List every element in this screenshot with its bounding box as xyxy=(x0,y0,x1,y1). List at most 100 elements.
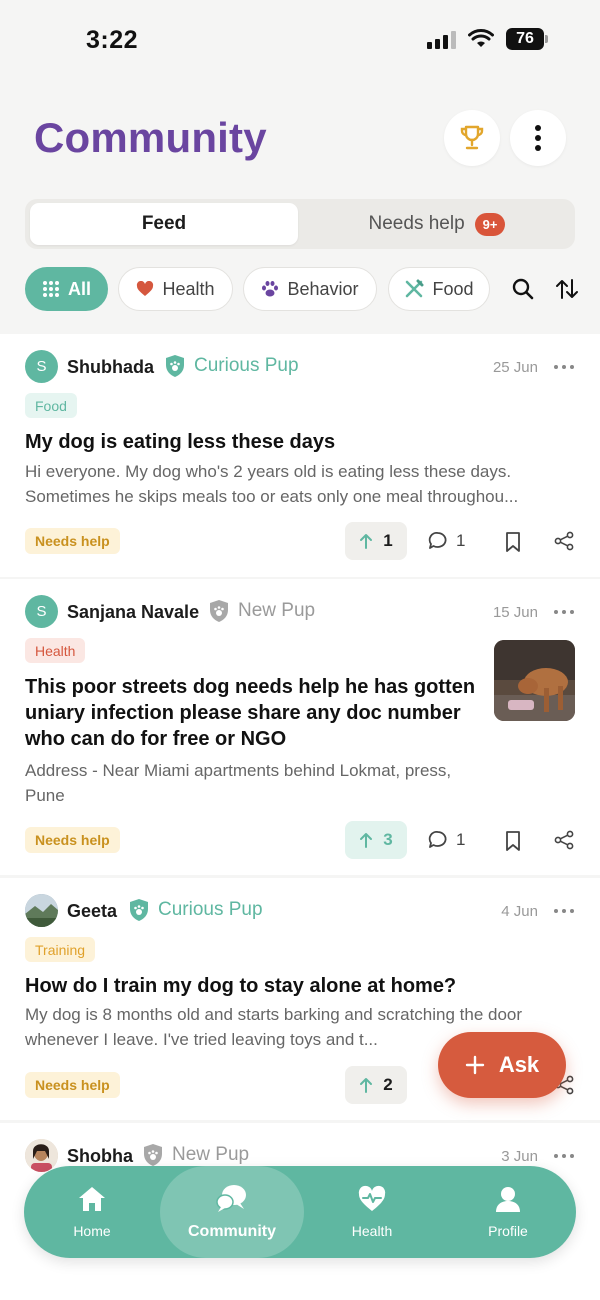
more-dots-icon[interactable] xyxy=(554,610,574,614)
bottom-navigation: Home Community Health Profile xyxy=(24,1166,576,1258)
filter-chip-behavior[interactable]: Behavior xyxy=(243,267,377,311)
post-image[interactable] xyxy=(494,640,575,721)
shield-paw-icon xyxy=(130,899,148,921)
grid-icon xyxy=(42,281,59,297)
more-dots-icon[interactable] xyxy=(554,365,574,369)
avatar-photo xyxy=(25,894,58,927)
ask-question-button[interactable]: Ask xyxy=(438,1032,566,1098)
avatar[interactable]: S xyxy=(25,595,58,628)
nav-label: Home xyxy=(73,1223,111,1239)
post-card[interactable]: S Sanjana Navale New Pup 15 Jun Health T… xyxy=(0,579,600,875)
needs-help-badge: Needs help xyxy=(25,528,120,554)
status-bar: 3:22 76 xyxy=(0,0,600,80)
comment-count: 1 xyxy=(456,830,466,849)
filter-chip-label: Behavior xyxy=(287,278,359,299)
post-card[interactable]: S Shubhada Curious Pup 25 Jun Food My do… xyxy=(0,334,600,577)
filter-chip-label: All xyxy=(67,278,91,299)
utensils-icon xyxy=(406,279,424,298)
nav-profile[interactable]: Profile xyxy=(460,1166,556,1258)
shield-paw-icon xyxy=(210,600,228,622)
status-time: 3:22 xyxy=(86,26,139,54)
sort-button[interactable] xyxy=(554,276,580,302)
rank-label: New Pup xyxy=(238,600,316,621)
tab-needs-help-label: Needs help xyxy=(368,213,465,234)
comment-bubble-icon xyxy=(428,831,447,848)
wifi-icon xyxy=(468,29,494,47)
home-icon xyxy=(79,1187,105,1211)
category-tag: Training xyxy=(25,937,96,962)
needs-help-badge: Needs help xyxy=(25,827,120,853)
post-date: 15 Jun xyxy=(492,604,538,621)
comment-count: 1 xyxy=(456,531,466,550)
filter-chip-health[interactable]: Health xyxy=(118,267,233,311)
nav-community[interactable]: Community xyxy=(160,1166,304,1258)
search-button[interactable] xyxy=(510,276,536,302)
nav-home[interactable]: Home xyxy=(44,1166,140,1258)
filter-chip-label: Health xyxy=(162,278,215,299)
bookmark-icon[interactable] xyxy=(504,531,522,553)
post-excerpt: Address - Near Miami apartments behind L… xyxy=(25,761,452,805)
post-title[interactable]: My dog is eating less these days xyxy=(25,429,565,455)
avatar[interactable]: S xyxy=(25,350,58,383)
arrow-up-icon xyxy=(360,833,373,848)
trophy-icon xyxy=(460,125,484,150)
tab-feed[interactable]: Feed xyxy=(30,203,298,245)
author-name[interactable]: Shubhada xyxy=(67,357,154,378)
avatar[interactable] xyxy=(25,894,58,927)
more-dots-icon[interactable] xyxy=(554,909,574,913)
author-name[interactable]: Shobha xyxy=(67,1146,133,1167)
nav-label: Health xyxy=(351,1223,393,1239)
tab-feed-label: Feed xyxy=(141,213,187,234)
more-options-button[interactable] xyxy=(510,110,566,166)
share-icon[interactable] xyxy=(554,830,574,850)
upvote-button[interactable]: 1 xyxy=(345,522,407,560)
rank-badge: New Pup xyxy=(142,1143,249,1167)
rank-label: New Pup xyxy=(172,1144,250,1165)
rank-badge: Curious Pup xyxy=(128,898,263,922)
bookmark-icon[interactable] xyxy=(504,830,522,852)
shield-paw-icon xyxy=(166,355,184,377)
author-name[interactable]: Geeta xyxy=(67,901,117,922)
post-title[interactable]: This poor streets dog needs help he has … xyxy=(25,674,485,752)
post-date: 25 Jun xyxy=(492,359,538,376)
nav-label: Community xyxy=(188,1223,276,1240)
paw-icon xyxy=(262,281,279,297)
filter-chip-all[interactable]: All xyxy=(25,267,108,311)
leaderboard-button[interactable] xyxy=(444,110,500,166)
rank-label: Curious Pup xyxy=(158,899,263,920)
upvote-button[interactable]: 3 xyxy=(345,821,407,859)
post-title[interactable]: How do I train my dog to stay alone at h… xyxy=(25,973,565,999)
sort-arrows-icon xyxy=(556,279,578,299)
needs-help-count-badge: 9+ xyxy=(474,212,506,236)
dog-photo-thumbnail xyxy=(494,640,575,721)
heart-pulse-icon xyxy=(358,1185,386,1211)
more-dots-icon[interactable] xyxy=(554,1154,574,1158)
rank-badge: New Pup xyxy=(208,599,315,623)
shield-paw-icon xyxy=(144,1144,162,1166)
rank-badge: Curious Pup xyxy=(164,354,299,378)
post-excerpt: Hi everyone. My dog who's 2 years old is… xyxy=(25,462,519,506)
status-icons: 76 xyxy=(427,28,548,50)
chat-bubbles-icon xyxy=(216,1185,246,1212)
tab-needs-help[interactable]: Needs help 9+ xyxy=(303,203,571,245)
search-icon xyxy=(512,278,534,300)
comments-button[interactable]: 1 xyxy=(428,830,465,850)
vertical-dots-icon xyxy=(535,125,541,151)
post-date: 3 Jun xyxy=(501,1148,538,1165)
comment-bubble-icon xyxy=(428,532,447,549)
upvote-count: 1 xyxy=(383,531,393,550)
upvote-button[interactable]: 2 xyxy=(345,1066,407,1104)
nav-label: Profile xyxy=(488,1223,528,1239)
filter-chip-food[interactable]: Food xyxy=(388,267,490,311)
category-tag: Food xyxy=(25,393,77,418)
author-name[interactable]: Sanjana Navale xyxy=(67,602,199,623)
needs-help-badge: Needs help xyxy=(25,1072,120,1098)
signal-icon xyxy=(427,29,456,49)
upvote-count: 2 xyxy=(383,1075,393,1094)
comments-button[interactable]: 1 xyxy=(428,531,465,551)
share-icon[interactable] xyxy=(554,531,574,551)
rank-label: Curious Pup xyxy=(194,355,299,376)
plus-icon xyxy=(465,1055,485,1075)
nav-health[interactable]: Health xyxy=(324,1166,420,1258)
user-icon xyxy=(496,1187,520,1212)
